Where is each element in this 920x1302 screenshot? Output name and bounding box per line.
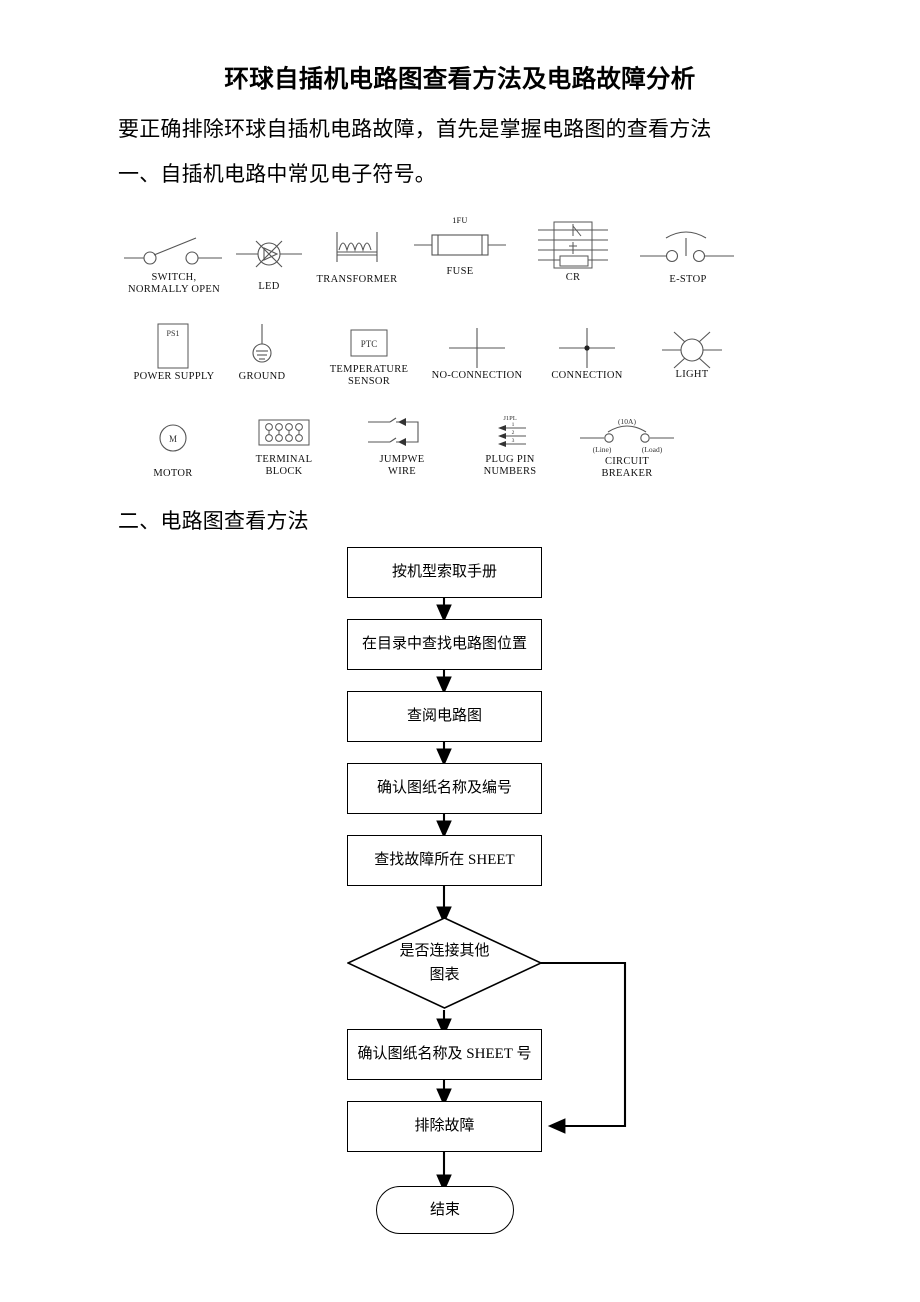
flow-node-label: 是否连接其他 图表 xyxy=(399,943,490,983)
flow-node-confirm-drawing-name-sheet[interactable]: 确认图纸名称及 SHEET 号 xyxy=(347,1029,542,1080)
document-page: 环球自插机电路图查看方法及电路故障分析 要正确排除环球自插机电路故障，首先是掌握… xyxy=(0,0,920,1302)
flow-node-label: 查找故障所在 SHEET xyxy=(374,852,515,868)
flow-node-read-circuit-diagram[interactable]: 查阅电路图 xyxy=(347,691,542,742)
flow-node-decision-linked-to-other-diagram[interactable]: 是否连接其他 图表 xyxy=(347,917,542,1009)
flow-node-locate-fault-sheet[interactable]: 查找故障所在 SHEET xyxy=(347,835,542,886)
flow-node-label: 确认图纸名称及编号 xyxy=(376,780,512,796)
flow-node-end[interactable]: 结束 xyxy=(376,1186,514,1234)
flow-node-confirm-drawing-name-number[interactable]: 确认图纸名称及编号 xyxy=(347,763,542,814)
flow-node-label: 按机型索取手册 xyxy=(391,564,497,580)
flow-node-select-manual[interactable]: 按机型索取手册 xyxy=(347,547,542,598)
circuit-diagram-lookup-flowchart: 按机型索取手册 在目录中查找电路图位置 查阅电路图 确认图纸名称及编号 查找故障… xyxy=(0,0,920,1302)
flow-node-label: 查阅电路图 xyxy=(406,708,482,724)
flow-node-label: 排除故障 xyxy=(414,1118,475,1134)
flow-node-label: 在目录中查找电路图位置 xyxy=(361,636,527,652)
flow-node-clear-fault[interactable]: 排除故障 xyxy=(347,1101,542,1152)
flow-node-label: 结束 xyxy=(429,1201,460,1218)
flow-node-find-diagram-in-index[interactable]: 在目录中查找电路图位置 xyxy=(347,619,542,670)
flow-node-label: 确认图纸名称及 SHEET 号 xyxy=(357,1046,532,1062)
